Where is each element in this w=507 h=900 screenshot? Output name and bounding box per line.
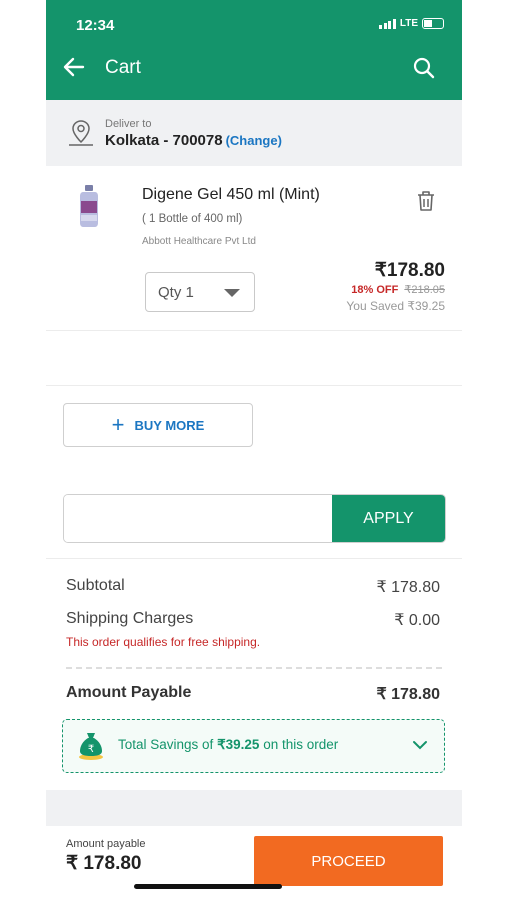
discount-line: 18% OFF ₹218.05 <box>351 283 445 296</box>
cart-screen: 12:34 LTE Cart Deliver to Kolkata - 7000… <box>46 0 462 900</box>
delivery-location: Kolkata - 700078 (Change) <box>105 132 282 149</box>
quantity-value: Qty 1 <box>158 283 194 301</box>
total-savings-banner[interactable]: ₹ Total Savings of ₹39.25 on this order <box>62 719 445 773</box>
shipping-label: Shipping Charges <box>66 610 194 627</box>
subtotal-value: ₹ 178.80 <box>376 579 440 596</box>
status-indicators: LTE <box>379 18 444 29</box>
chevron-down-icon[interactable] <box>412 738 428 756</box>
location-text: Kolkata - 700078 <box>105 132 223 149</box>
change-location-link[interactable]: (Change) <box>226 133 282 148</box>
buy-more-label: BUY MORE <box>134 417 205 433</box>
battery-icon <box>422 18 444 29</box>
status-time: 12:34 <box>76 17 115 34</box>
buy-more-button[interactable]: + BUY MORE <box>63 403 253 447</box>
subtotal-row: Subtotal ₹ 178.80 <box>66 577 440 596</box>
pack-size: ( 1 Bottle of 400 ml) <box>142 213 243 225</box>
divider <box>46 330 462 331</box>
money-bag-icon: ₹ <box>77 729 105 766</box>
free-shipping-note: This order qualifies for free shipping. <box>66 635 261 649</box>
apply-button[interactable]: APPLY <box>332 495 445 542</box>
home-indicator[interactable] <box>134 884 282 889</box>
payable-label: Amount Payable <box>66 684 192 701</box>
savings-suffix: on this order <box>259 737 339 752</box>
discount-badge: 18% OFF <box>351 284 399 296</box>
svg-text:₹: ₹ <box>88 744 94 755</box>
quantity-select[interactable]: Qty 1 <box>145 272 255 312</box>
divider <box>46 385 462 386</box>
footer-amount-value: ₹ 178.80 <box>66 853 142 874</box>
dashed-divider <box>66 667 442 669</box>
delete-icon[interactable] <box>416 190 436 217</box>
product-name[interactable]: Digene Gel 450 ml (Mint) <box>142 186 320 204</box>
back-arrow-icon[interactable] <box>62 55 86 84</box>
shipping-value: ₹ 0.00 <box>394 612 440 629</box>
savings-amount: ₹39.25 <box>217 737 260 752</box>
mrp-price: ₹218.05 <box>404 284 445 296</box>
coupon-box: APPLY <box>63 494 446 543</box>
amount-payable-row: Amount Payable ₹ 178.80 <box>66 684 440 703</box>
savings-prefix: Total Savings of <box>118 737 218 752</box>
product-thumbnail[interactable] <box>76 184 102 233</box>
delivery-location-bar: Deliver to Kolkata - 700078 (Change) <box>46 100 462 166</box>
page-title: Cart <box>105 57 141 78</box>
network-label: LTE <box>399 18 418 29</box>
app-header: 12:34 LTE Cart <box>46 0 462 100</box>
shipping-row: Shipping Charges ₹ 0.00 <box>66 610 440 629</box>
chevron-down-icon <box>224 289 240 297</box>
deliver-to-label: Deliver to <box>105 118 152 130</box>
divider <box>46 558 462 559</box>
coupon-input[interactable] <box>64 495 350 542</box>
plus-icon: + <box>111 412 125 437</box>
payable-value: ₹ 178.80 <box>376 686 440 703</box>
total-savings-text: Total Savings of ₹39.25 on this order <box>118 737 338 753</box>
section-spacer <box>46 790 462 826</box>
signal-icon <box>379 18 396 29</box>
subtotal-label: Subtotal <box>66 577 125 594</box>
location-pin-icon <box>66 118 96 153</box>
proceed-button[interactable]: PROCEED <box>254 836 443 886</box>
cart-item: Digene Gel 450 ml (Mint) ( 1 Bottle of 4… <box>46 166 462 330</box>
saved-amount: You Saved ₹39.25 <box>346 299 445 313</box>
footer-amount-label: Amount payable <box>66 838 146 850</box>
item-price: ₹178.80 <box>374 260 445 281</box>
manufacturer: Abbott Healthcare Pvt Ltd <box>142 236 256 247</box>
search-icon[interactable] <box>412 56 436 85</box>
